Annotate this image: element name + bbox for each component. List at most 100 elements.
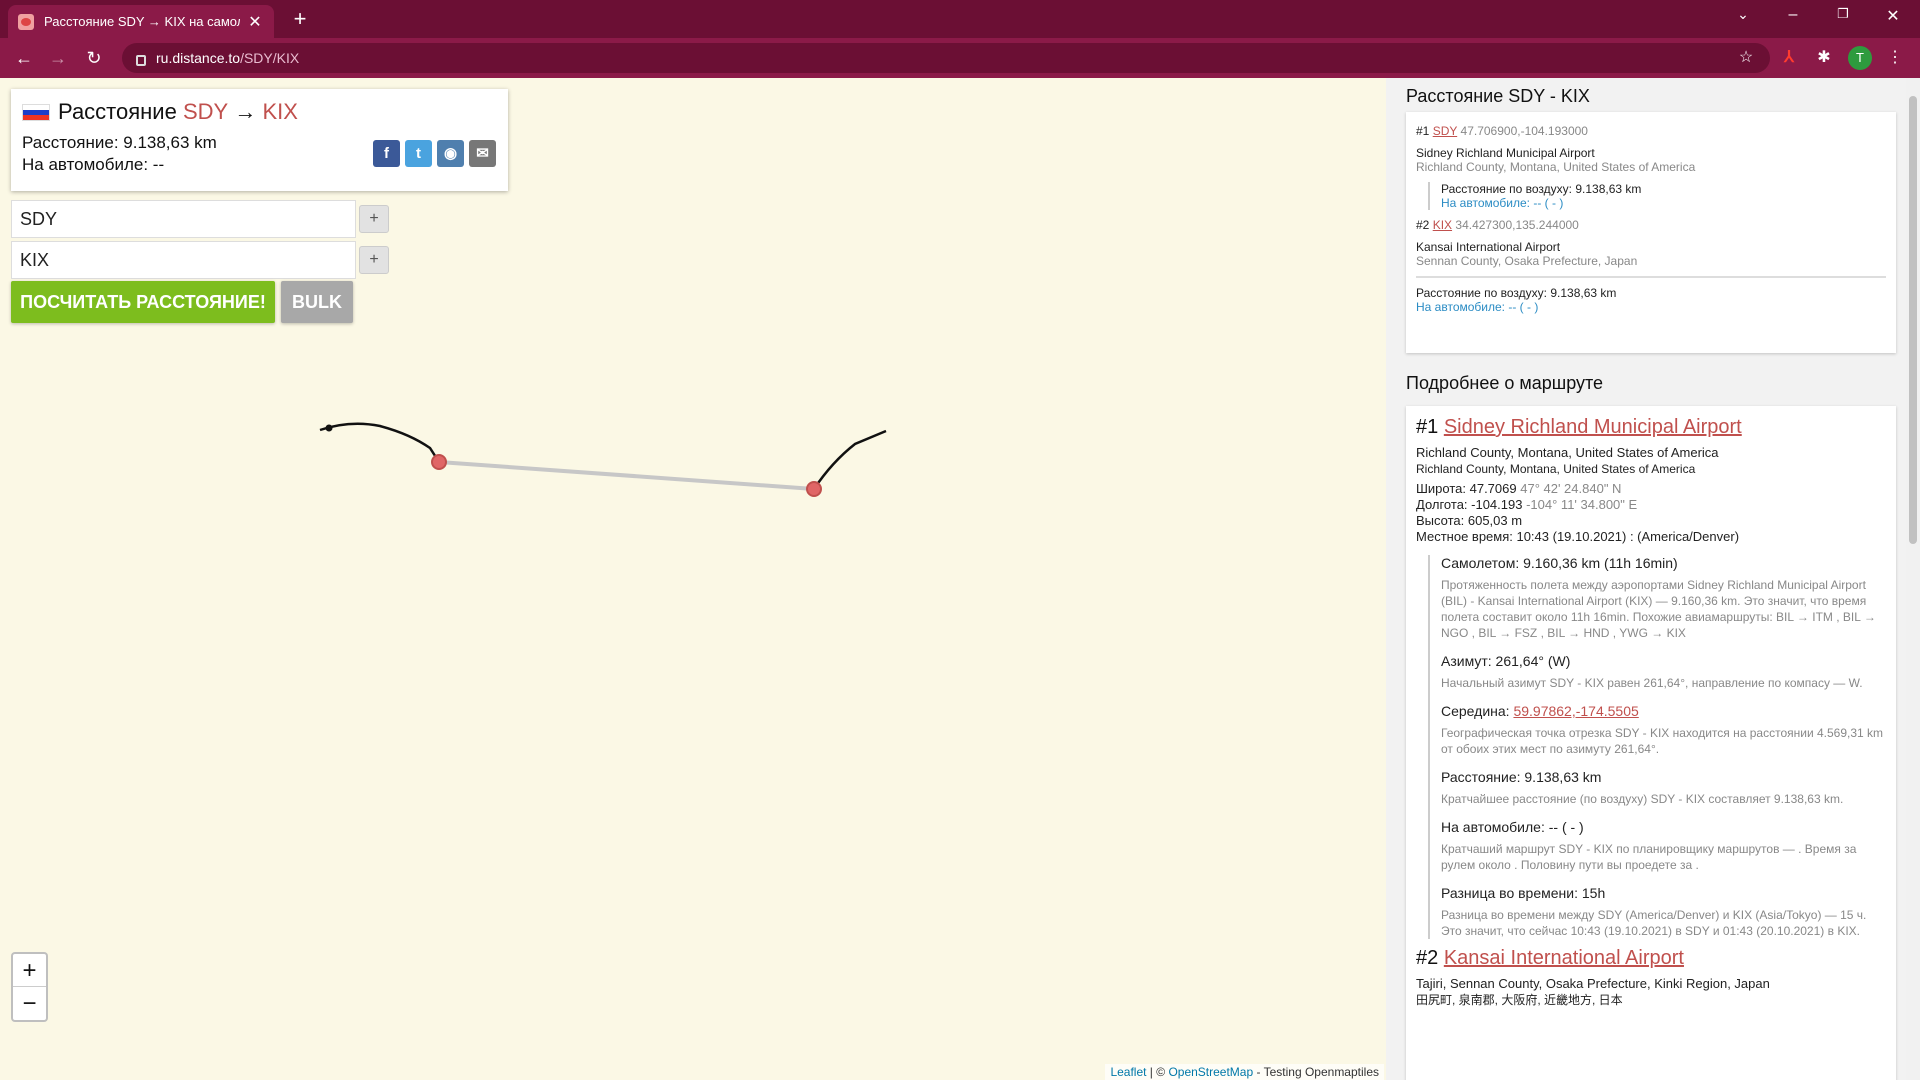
tab-close-icon[interactable]: ✕ [246,12,264,32]
url-path: /SDY/KIX [240,50,300,66]
local-time: Местное время: 10:43 (19.10.2021) : (Ame… [1416,529,1740,544]
time-difference-description: Разница во времени между SDY (America/De… [1441,908,1867,938]
airport-2-region: Tajiri, Sennan County, Osaka Prefecture,… [1416,976,1770,991]
flight-distance: Самолетом: 9.160,36 km (11h 16min) [1441,555,1678,571]
email-share-icon[interactable]: ✉ [469,140,496,167]
airport-1-region-alt: Richland County, Montana, United States … [1416,462,1696,476]
pdf-extension-icon[interactable]: ⅄ [1778,47,1800,69]
zoom-in-button[interactable]: + [13,954,46,987]
extensions-puzzle-icon[interactable]: ✱ [1813,47,1835,69]
total-air-distance: Расстояние по воздуху: 9.138,63 km [1416,286,1617,300]
add-from-button[interactable]: + [359,205,389,233]
url-host: ru.distance.to [156,50,241,66]
point-b-coords: 34.427300,135.244000 [1455,218,1579,232]
minimize-button[interactable]: – [1778,6,1808,24]
point-a-region: Richland County, Montana, United States … [1416,160,1696,174]
title-from-code[interactable]: SDY [183,99,228,125]
address-bar[interactable]: ru.distance.to/SDY/KIX [122,43,1770,73]
facebook-share-icon[interactable]: f [373,140,400,167]
back-arrow-icon[interactable]: ← [12,46,36,70]
reload-icon[interactable]: ↻ [82,46,106,70]
tab-search-icon[interactable]: ⌄ [1728,6,1758,23]
divider [1416,276,1886,278]
flight-description: Протяженность полета между аэропортами S… [1441,578,1876,640]
details-header: Подробнее о маршруте [1406,373,1604,393]
map-coastline-left [319,422,441,463]
lock-icon [136,54,146,66]
altitude: Высота: 605,03 m [1416,513,1523,528]
car-route: На автомобиле: -- ( - ) [1441,819,1584,835]
tab-active[interactable]: Расстояние SDY → KIX на самол ✕ [8,5,274,38]
kebab-menu-icon[interactable]: ⋮ [1884,47,1906,69]
airport-1-region: Richland County, Montana, United States … [1416,445,1719,460]
twitter-share-icon[interactable]: t [405,140,432,167]
close-window-button[interactable]: ✕ [1878,6,1908,26]
map-island-dot [325,424,333,432]
restore-button[interactable]: ❐ [1828,6,1858,22]
point-b-region: Sennan County, Osaka Prefecture, Japan [1416,254,1638,268]
airport-1-number: #1 [1416,416,1439,438]
midpoint-label: Середина: [1441,703,1514,719]
attribution-tiles: - Testing Openmaptiles [1253,1065,1379,1079]
marker-kix[interactable] [806,481,822,497]
tab-strip: Расстояние SDY → KIX на самол ✕ + ⌄ – ❐ … [0,0,1920,38]
leg-car-distance[interactable]: На автомобиле: -- ( - ) [1441,196,1886,210]
map-attribution: Leaflet | © OpenStreetMap - Testing Open… [1105,1064,1384,1080]
route-line [438,460,815,491]
leaflet-link[interactable]: Leaflet [1110,1065,1146,1079]
reddit-share-icon[interactable]: ◉ [437,140,464,167]
marker-sdy[interactable] [431,454,447,470]
add-to-button[interactable]: + [359,246,389,274]
latitude-dms: 47° 42' 24.840" N [1520,481,1622,496]
point-b-name: Kansai International Airport [1416,240,1561,254]
point-b-code-link[interactable]: KIX [1433,218,1452,232]
point-a-code-link[interactable]: SDY [1433,124,1457,138]
details-sidebar: Расстояние SDY - KIX #1 SDY 47.706900,-1… [1386,78,1906,1080]
attribution-separator: | © [1146,1065,1169,1079]
midpoint-description: Географическая точка отрезка SDY - KIX н… [1441,726,1884,756]
zoom-out-button[interactable]: − [13,987,46,1020]
midpoint-link[interactable]: 59.97862,-174.5505 [1513,703,1638,719]
bulk-button[interactable]: BULK [281,281,353,323]
sidebar-header: Расстояние SDY - KIX [1406,86,1590,106]
leg-air-distance: Расстояние по воздуху: 9.138,63 km [1441,182,1642,196]
distance-summary-card: Расстояние SDY → KIX Расстояние: 9.138,6… [11,89,508,191]
airport-2-link[interactable]: Kansai International Airport [1444,947,1684,969]
azimuth-description: Начальный азимут SDY - KIX равен 261,64°… [1441,676,1863,690]
to-input[interactable]: KIX [11,241,356,279]
azimuth: Азимут: 261,64° (W) [1441,653,1571,669]
shortest-distance: Расстояние: 9.138,63 km [1441,769,1602,785]
sidebar-scrollbar[interactable] [1906,78,1920,1080]
tab-title: Расстояние SDY → KIX на самол [44,14,240,29]
profile-avatar[interactable]: T [1848,46,1872,70]
total-car-distance[interactable]: На автомобиле: -- ( - ) [1416,300,1886,314]
time-difference: Разница во времени: 15h [1441,885,1606,901]
calculate-distance-button[interactable]: ПОСЧИТАТЬ РАССТОЯНИЕ! [11,281,275,323]
forward-arrow-icon[interactable]: → [46,46,70,70]
new-tab-button[interactable]: + [288,6,312,32]
latitude: Широта: 47.7069 [1416,481,1517,496]
airport-1-link[interactable]: Sidney Richland Municipal Airport [1444,416,1742,438]
title-to-code[interactable]: KIX [262,99,297,125]
longitude-dms: -104° 11' 34.800" E [1526,497,1638,512]
title-prefix: Расстояние [58,99,177,124]
shortest-distance-description: Кратчайшее расстояние (по воздуху) SDY -… [1441,792,1844,806]
title-arrow: → [234,99,257,124]
page-content: Расстояние SDY → KIX Расстояние: 9.138,6… [0,78,1920,1080]
russia-flag-icon [22,103,50,121]
route-details-panel: #1 Sidney Richland Municipal Airport Ric… [1406,406,1896,1080]
star-bookmark-icon[interactable]: ☆ [1735,47,1757,69]
map-canvas[interactable]: Расстояние SDY → KIX Расстояние: 9.138,6… [0,78,1386,1080]
longitude: Долгота: -104.193 [1416,497,1523,512]
point-a-name: Sidney Richland Municipal Airport [1416,146,1595,160]
point-a-coords: 47.706900,-104.193000 [1460,124,1588,138]
zoom-control: + − [11,952,48,1022]
osm-link[interactable]: OpenStreetMap [1168,1065,1253,1079]
map-coastline-right [812,429,887,490]
page-title: Расстояние SDY → KIX [22,99,497,125]
route-summary-panel: #1 SDY 47.706900,-104.193000 Sidney Rich… [1406,112,1896,353]
airport-2-region-local: 田尻町, 泉南郡, 大阪府, 近畿地方, 日本 [1416,993,1623,1007]
from-input[interactable]: SDY [11,200,356,238]
scrollbar-thumb[interactable] [1909,96,1917,544]
point-b-number: #2 [1416,218,1430,232]
